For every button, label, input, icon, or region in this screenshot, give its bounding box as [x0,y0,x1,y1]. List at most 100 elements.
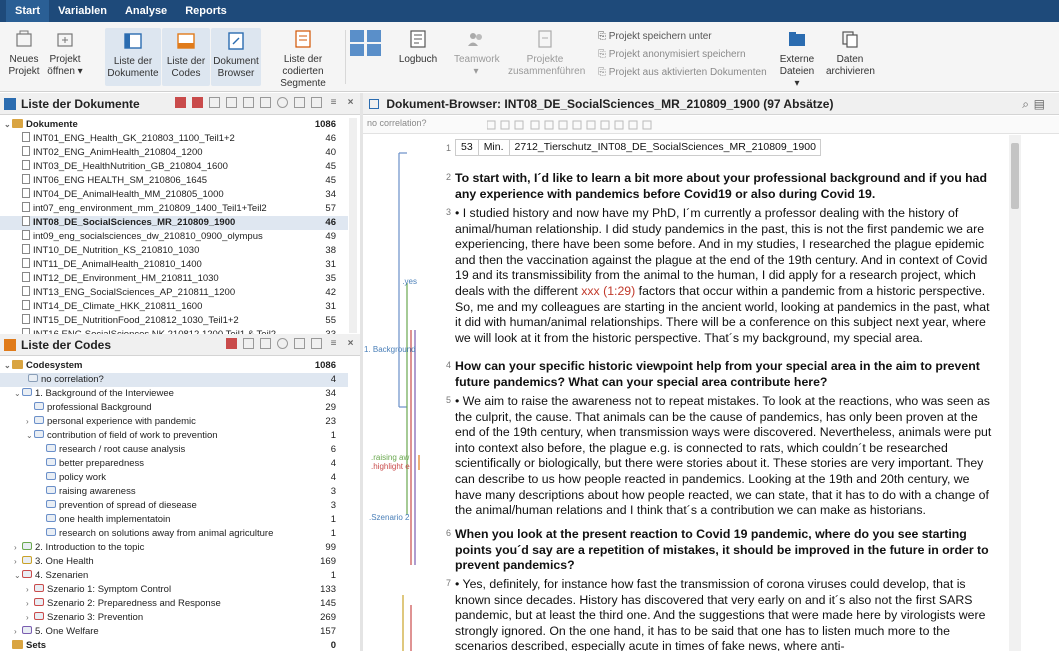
gear-icon[interactable] [294,97,305,108]
code-item[interactable]: ⌄ contribution of field of work to preven… [0,429,348,443]
sort-icon[interactable] [243,97,254,108]
new-project-button[interactable]: Neues Projekt [4,28,44,78]
code-filter-icon[interactable] [260,338,271,349]
document-item[interactable]: INT01_ENG_Health_GK_210803_1100_Teil1+2 4… [0,132,348,146]
expand-icon[interactable]: › [14,625,22,639]
document-item[interactable]: INT13_ENG_SocialSciences_AP_210811_1200 4… [0,286,348,300]
code-select[interactable]: no correlation? [367,118,477,132]
code-item[interactable]: › Szenario 3: Prevention 269 [0,611,348,625]
menu-tab-reports[interactable]: Reports [176,0,236,22]
document-tree-root[interactable]: ⌄ Dokumente 1086 [0,118,348,132]
save-anonymized-item[interactable]: ⎘ Projekt anonymisiert speichern [598,49,746,60]
document-text[interactable]: 53 Min. 2712_Tierschutz_INT08_DE_SocialS… [455,135,995,651]
document-item[interactable]: INT03_DE_HealthNutrition_GB_210804_1600 4… [0,160,348,174]
code-gear-icon[interactable] [294,338,305,349]
code-item[interactable]: › 3. One Health 169 [0,555,348,569]
undock-icon[interactable] [311,97,322,108]
merge-projects-button[interactable]: Projekte zusammenführen [508,28,585,78]
code-item[interactable]: raising awareness 3 [0,485,348,499]
code-item[interactable]: ⌄ 1. Background of the Interviewee 34 [0,387,348,401]
expand-icon[interactable]: › [26,415,34,429]
expand-icon[interactable]: ⌄ [26,429,34,443]
gutter-label-yes[interactable]: .yes [402,277,417,286]
code-item[interactable]: no correlation? 4 [0,373,348,387]
expand-icon[interactable]: › [26,583,34,597]
document-item[interactable]: INT15_DE_NutritionFood_210812_1030_Teil1… [0,314,348,328]
code-item[interactable]: policy work 4 [0,471,348,485]
document-scrollbar[interactable] [1009,135,1021,651]
external-files-button[interactable]: Externe Dateien ▾ [776,28,818,90]
document-item[interactable]: INT10_DE_Nutrition_KS_210810_1030 38 [0,244,348,258]
columns-icon[interactable] [260,97,271,108]
menu-tab-analyse[interactable]: Analyse [116,0,176,22]
code-item[interactable]: › Szenario 2: Preparedness and Response 14… [0,597,348,611]
code-more-icon[interactable]: ≡ [328,338,339,349]
sets-icon [12,640,23,649]
document-list-scrollbar[interactable] [349,118,357,333]
expand-icon[interactable]: ⌄ [14,387,22,401]
code-item[interactable]: one health implementatoin 1 [0,513,348,527]
code-item[interactable]: ⌄ 4. Szenarien 1 [0,569,348,583]
code-tree-root[interactable]: ⌄ Codesystem 1086 [0,359,348,373]
activate-icon[interactable] [175,97,186,108]
search-icon[interactable] [277,97,288,108]
document-item[interactable]: INT06_ENG HEALTH_SM_210806_1645 45 [0,174,348,188]
code-item[interactable]: › Szenario 1: Symptom Control 133 [0,583,348,597]
activate-codes-icon[interactable] [226,338,237,349]
coded-segments-list-button[interactable]: Liste der codierten Segmente [263,28,343,90]
gutter-label-raising[interactable]: .raising aw [371,453,409,462]
gutter-label-highlight[interactable]: .highlight e [371,462,410,471]
code-item[interactable]: › 5. One Welfare 157 [0,625,348,639]
code-item[interactable]: better preparedness 4 [0,457,348,471]
expand-icon[interactable]: › [14,555,22,569]
document-item[interactable]: int09_eng_socialsciences_dw_210810_0900_… [0,230,348,244]
document-item[interactable]: INT02_ENG_AnimHealth_210804_1200 40 [0,146,348,160]
expand-icon[interactable]: ⌄ [4,118,12,132]
new-doc-icon[interactable] [209,97,220,108]
teamwork-button[interactable]: Teamwork ▾ [454,28,500,78]
document-item[interactable]: INT12_DE_Environment_HM_210811_1030 35 [0,272,348,286]
archive-data-button[interactable]: Daten archivieren [826,28,875,78]
expand-icon[interactable]: › [26,611,34,625]
code-close-icon[interactable]: × [345,338,356,349]
save-project-as-item[interactable]: ⎘ Projekt speichern unter [598,31,712,42]
document-item[interactable]: int07_eng_environment_mm_210809_1400_Tei… [0,202,348,216]
expand-icon[interactable]: ⌄ [4,359,12,373]
menu-tab-start[interactable]: Start [6,0,50,22]
document-item[interactable]: INT04_DE_AnimalHealth_MM_210805_1000 34 [0,188,348,202]
deactivate-icon[interactable] [192,97,203,108]
browser-options-icon[interactable]: ▤ [1034,93,1045,115]
expand-icon[interactable]: › [26,597,34,611]
expand-icon[interactable]: › [14,541,22,555]
code-item[interactable]: prevention of spread of diesease 3 [0,499,348,513]
import-icon[interactable] [226,97,237,108]
gutter-label-background[interactable]: 1. Background [364,345,416,354]
project-from-activated-item[interactable]: ⎘ Projekt aus aktivierten Dokumenten [598,67,767,78]
new-code-icon[interactable] [243,338,254,349]
document-item[interactable]: INT08_DE_SocialSciences_MR_210809_1900 46 [0,216,348,230]
logbook-button[interactable]: Logbuch [395,28,441,66]
gutter-label-szenario2[interactable]: .Szenario 2 [369,513,409,522]
layout-toggle-button[interactable] [348,28,384,62]
document-item[interactable]: INT11_DE_AnimalHealth_210810_1400 31 [0,258,348,272]
code-item[interactable]: › personal experience with pandemic 23 [0,415,348,429]
scroll-thumb[interactable] [1011,143,1019,209]
code-list-button[interactable]: Liste der Codes [162,28,210,86]
more-icon[interactable]: ≡ [328,97,339,108]
document-item[interactable]: INT14_DE_Climate_HKK_210811_1600 31 [0,300,348,314]
menu-tab-variablen[interactable]: Variablen [49,0,116,22]
expand-icon[interactable]: ⌄ [14,569,22,583]
code-undock-icon[interactable] [311,338,322,349]
code-search-icon[interactable] [277,338,288,349]
code-item[interactable]: research on solutions away from animal a… [0,527,348,541]
document-list-button[interactable]: Liste der Dokumente [105,28,161,86]
sets-item[interactable]: Sets 0 [0,639,348,651]
code-item[interactable]: research / root cause analysis 6 [0,443,348,457]
code-item[interactable]: professional Background 29 [0,401,348,415]
open-project-button[interactable]: Projekt öffnen ▾ [44,28,86,78]
code-item[interactable]: › 2. Introduction to the topic 99 [0,541,348,555]
code-anchor[interactable]: xxx (1:29) [581,284,635,298]
close-icon[interactable]: × [345,97,356,108]
browser-search-icon[interactable]: ⌕ [1022,93,1029,115]
document-browser-button[interactable]: Dokument Browser [211,28,261,86]
